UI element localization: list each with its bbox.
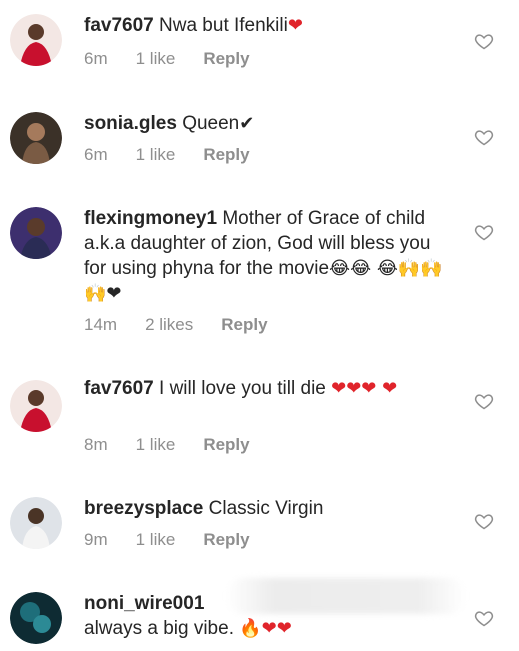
comment-text: I will love you till die bbox=[159, 378, 326, 399]
comment-time: 14m bbox=[84, 315, 118, 334]
comment-meta: 6m 1 like Reply bbox=[84, 145, 250, 165]
reply-button[interactable]: Reply bbox=[203, 435, 249, 455]
comment-emoji: ✔ bbox=[239, 113, 255, 134]
comment-time: 8m bbox=[84, 435, 108, 454]
like-heart-icon[interactable] bbox=[474, 608, 494, 628]
reply-button[interactable]: Reply bbox=[203, 49, 249, 69]
comment-text: Queen bbox=[182, 113, 240, 134]
avatar[interactable] bbox=[10, 592, 62, 644]
comment-time: 6m bbox=[84, 49, 108, 68]
reply-button[interactable]: Reply bbox=[203, 530, 249, 550]
comment-emoji: 🔥❤❤ bbox=[239, 618, 292, 639]
comment-likes[interactable]: 1 like bbox=[136, 145, 176, 165]
comment-emoji: ❤❤❤ ❤ bbox=[331, 378, 398, 399]
comment-body: flexingmoney1 Mother of Grace of child a… bbox=[84, 206, 456, 306]
comment-body: fav7607 Nwa but Ifenkili❤ bbox=[84, 13, 456, 38]
comment-text: Classic Virgin bbox=[208, 498, 324, 519]
comment-username[interactable]: fav7607 bbox=[84, 15, 154, 36]
comment-likes[interactable]: 2 likes bbox=[145, 315, 193, 335]
reply-button[interactable]: Reply bbox=[221, 315, 267, 335]
comment-meta: 6m 1 like Reply bbox=[84, 49, 250, 69]
like-heart-icon[interactable] bbox=[474, 222, 494, 242]
comment-body: fav7607 I will love you till die ❤❤❤ ❤ bbox=[84, 376, 456, 401]
comment-likes[interactable]: 1 like bbox=[136, 435, 176, 455]
comment-username[interactable]: fav7607 bbox=[84, 378, 154, 399]
comment-username[interactable]: flexingmoney1 bbox=[84, 208, 217, 229]
like-heart-icon[interactable] bbox=[474, 127, 494, 147]
comment-time: 9m bbox=[84, 530, 108, 549]
avatar[interactable] bbox=[10, 380, 62, 432]
comment-text: always a big vibe. bbox=[84, 618, 234, 639]
comment-emoji: ❤ bbox=[287, 15, 303, 36]
comment-body: sonia.gles Queen✔ bbox=[84, 111, 456, 136]
avatar[interactable] bbox=[10, 207, 62, 259]
avatar[interactable] bbox=[10, 112, 62, 164]
redacted-overlay bbox=[226, 578, 466, 614]
like-heart-icon[interactable] bbox=[474, 391, 494, 411]
comment-username[interactable]: noni_wire001 bbox=[84, 593, 204, 614]
reply-button[interactable]: Reply bbox=[203, 145, 249, 165]
like-heart-icon[interactable] bbox=[474, 511, 494, 531]
comment-likes[interactable]: 1 like bbox=[136, 530, 176, 550]
comment-text: Nwa but Ifenkili bbox=[159, 15, 288, 36]
avatar[interactable] bbox=[10, 497, 62, 549]
comment-username[interactable]: sonia.gles bbox=[84, 113, 177, 134]
comment-meta: 8m 1 like Reply bbox=[84, 435, 250, 455]
comment-username[interactable]: breezysplace bbox=[84, 498, 203, 519]
comment-likes[interactable]: 1 like bbox=[136, 49, 176, 69]
avatar[interactable] bbox=[10, 14, 62, 66]
comment-time: 6m bbox=[84, 145, 108, 164]
like-heart-icon[interactable] bbox=[474, 31, 494, 51]
comment-meta: 14m 2 likes Reply bbox=[84, 315, 268, 335]
comment-meta: 9m 1 like Reply bbox=[84, 530, 250, 550]
comment-body: breezysplace Classic Virgin bbox=[84, 496, 456, 521]
